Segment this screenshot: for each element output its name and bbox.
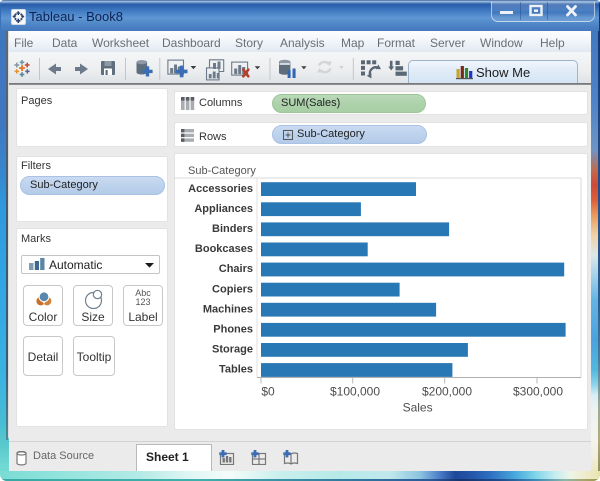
svg-text:Phones: Phones [213, 324, 253, 336]
svg-text:Sub-Category: Sub-Category [188, 165, 256, 177]
svg-text:Chairs: Chairs [219, 263, 253, 275]
svg-text:Binders: Binders [212, 223, 253, 235]
svg-text:Copiers: Copiers [212, 283, 253, 295]
svg-text:$200,000: $200,000 [422, 385, 472, 399]
svg-text:$0: $0 [261, 385, 275, 399]
svg-text:$300,000: $300,000 [513, 385, 563, 399]
svg-text:Storage: Storage [212, 344, 253, 356]
svg-text:Bookcases: Bookcases [195, 243, 253, 255]
svg-text:Tables: Tables [219, 364, 253, 376]
svg-text:$100,000: $100,000 [330, 385, 380, 399]
svg-text:Machines: Machines [203, 303, 253, 315]
svg-text:Appliances: Appliances [194, 203, 253, 215]
svg-text:Sales: Sales [403, 401, 433, 415]
svg-text:Accessories: Accessories [188, 183, 253, 195]
